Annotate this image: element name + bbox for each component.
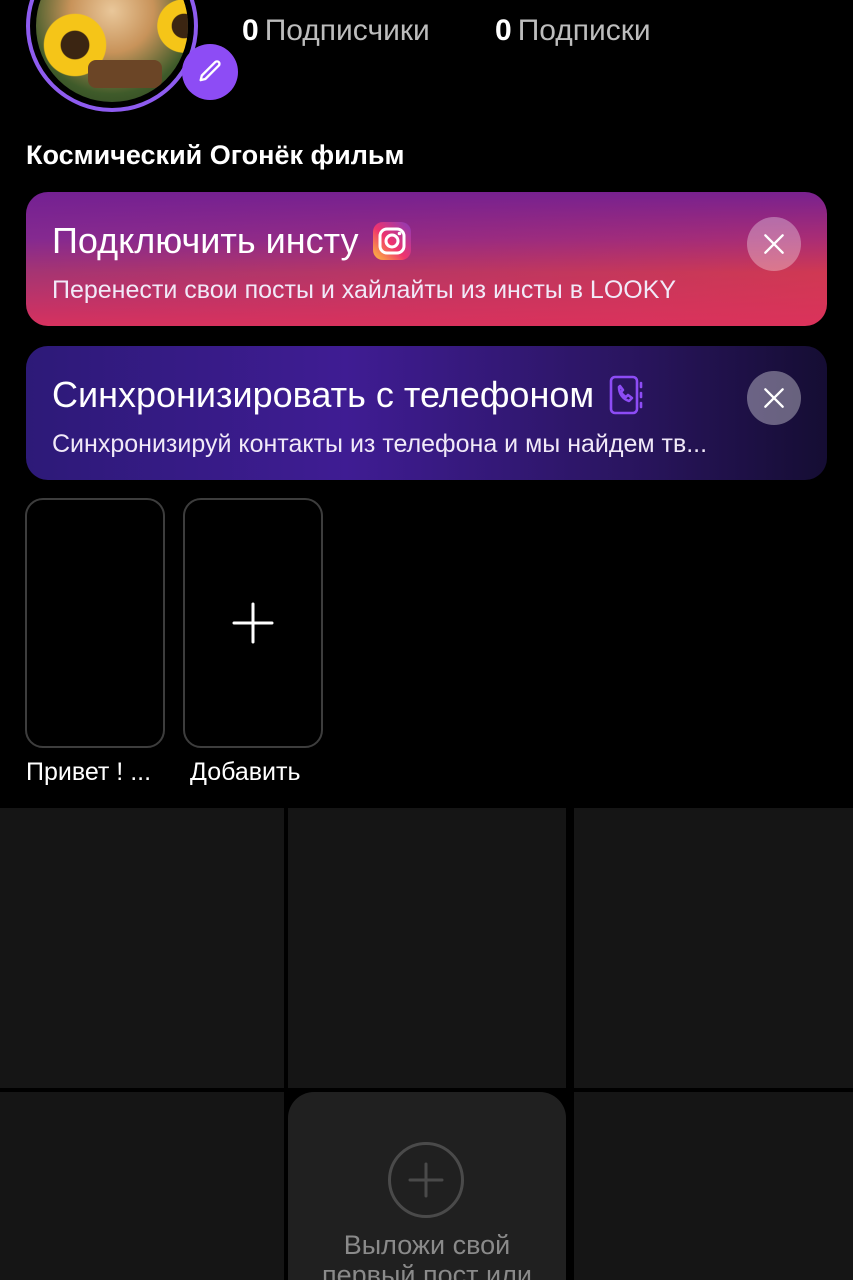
add-highlight-label: Добавить [190,758,301,786]
connect-instagram-title: Подключить инсту [52,220,359,261]
posts-grid: Выложи свой первый пост или [0,808,853,1280]
create-first-post-card[interactable]: Выложи свой первый пост или [288,1092,566,1280]
post-placeholder [0,808,284,1088]
followers-count: 0 [242,14,259,47]
banner-title-row: Подключить инсту [52,220,412,262]
post-placeholder [574,1092,853,1280]
banner-title-row: Синхронизировать с телефоном [52,374,646,416]
following-stat[interactable]: 0 Подписки [495,14,651,48]
highlight-label: Привет ! ... [26,758,152,786]
profile-avatar[interactable] [26,0,238,112]
close-icon [764,388,784,408]
plus-icon [232,602,274,644]
following-count: 0 [495,14,512,47]
close-icon [764,234,784,254]
followers-label: Подписчики [264,14,430,47]
highlight-item[interactable] [25,498,165,748]
close-sync-banner-button[interactable] [747,371,801,425]
sync-contacts-banner[interactable]: Синхронизировать с телефоном Синхронизир… [26,346,827,480]
avatar-ring [26,0,198,112]
connect-instagram-banner[interactable]: Подключить инсту Перенести свои посты и … [26,192,827,326]
avatar-image [36,0,188,102]
following-label: Подписки [517,14,651,47]
plus-icon [408,1162,444,1198]
instagram-icon [373,222,412,260]
sunflower-decoration [154,0,188,56]
sync-contacts-title: Синхронизировать с телефоном [52,374,595,415]
close-instagram-banner-button[interactable] [747,217,801,271]
pencil-icon [199,60,221,82]
followers-stat[interactable]: 0 Подписчики [242,14,430,48]
post-placeholder [0,1092,284,1280]
create-post-prompt: Выложи свой первый пост или [288,1230,566,1280]
edit-avatar-button[interactable] [182,44,238,100]
post-placeholder [288,808,566,1088]
phone-book-icon [609,375,643,415]
avatar-tray [88,60,162,88]
profile-name: Космический Огонёк фильм [26,140,405,170]
add-post-button[interactable] [388,1142,464,1218]
create-post-prompt-line2: первый пост или [322,1260,532,1280]
connect-instagram-subtitle: Перенести свои посты и хайлайты из инсты… [52,276,677,304]
create-post-prompt-line1: Выложи свой [343,1230,511,1260]
sync-contacts-subtitle: Синхронизируй контакты из телефона и мы … [52,430,708,458]
post-placeholder [574,808,853,1088]
add-highlight-button[interactable] [183,498,323,748]
